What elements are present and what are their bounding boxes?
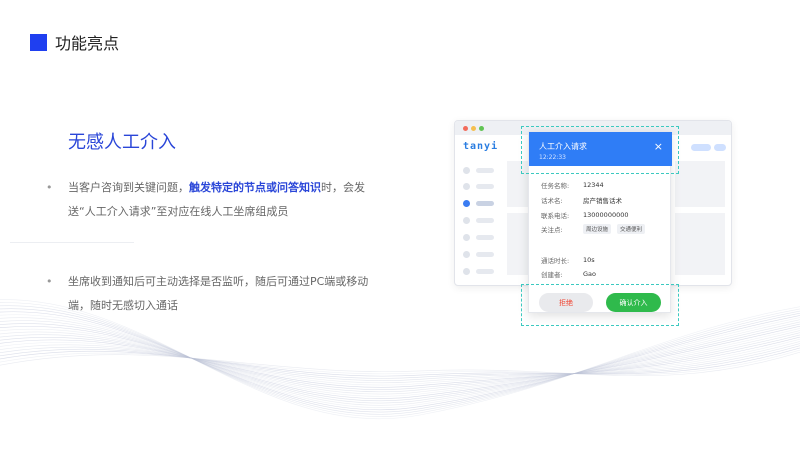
sidebar-label-placeholder — [476, 168, 494, 173]
header-square-icon — [30, 33, 47, 51]
field-label: 联系电话: — [541, 212, 570, 220]
bullet-text-part: 当客户咨询到关键问题， — [68, 181, 189, 194]
sidebar-item[interactable] — [463, 183, 494, 190]
sidebar-item[interactable] — [463, 251, 494, 258]
sidebar-label-placeholder — [476, 269, 494, 274]
bullet-highlight: 触发特定的节点或问答知识 — [189, 181, 321, 194]
phone-row: 联系电话: 13000000000 — [541, 210, 629, 220]
script-row: 话术名: 房产销售话术 — [541, 195, 622, 205]
bullet-text: 当客户咨询到关键问题，触发特定的节点或问答知识时，会发送“人工介入请求”至对应在… — [68, 176, 386, 224]
wave-line — [0, 328, 800, 397]
wave-line — [0, 341, 800, 384]
field-label: 创建者: — [541, 271, 563, 279]
content-panel-placeholder — [675, 161, 725, 207]
dialog-header-highlight-frame — [521, 126, 679, 174]
page-title: 功能亮点 — [55, 34, 120, 53]
field-value: 10s — [583, 256, 595, 264]
field-label: 通话时长: — [541, 257, 570, 265]
field-label: 关注点: — [541, 226, 563, 234]
sidebar-icon — [463, 234, 470, 241]
sidebar-label-placeholder — [476, 252, 494, 257]
sidebar-icon — [463, 183, 470, 190]
sidebar-item[interactable] — [463, 217, 494, 224]
top-pill-button[interactable] — [714, 144, 726, 151]
sidebar-label-placeholder — [476, 218, 494, 223]
window-maximize-dot-icon — [479, 126, 484, 131]
bullet-item-monitor: • 坐席收到通知后可主动选择是否监听，随后可通过PC端或移动端，随时无感切入通话 — [46, 270, 386, 318]
sidebar-icon — [463, 268, 470, 275]
wave-line — [0, 325, 800, 399]
creator-row: 创建者: Gao — [541, 269, 596, 279]
bullet-item-trigger: • 当客户咨询到关键问题，触发特定的节点或问答知识时，会发送“人工介入请求”至对… — [46, 176, 386, 224]
sidebar-icon — [463, 217, 470, 224]
sidebar-item[interactable] — [463, 268, 494, 275]
app-logo: tanyi — [463, 141, 499, 152]
duration-row: 通话时长: 10s — [541, 255, 595, 265]
bullet-text: 坐席收到通知后可主动选择是否监听，随后可通过PC端或移动端，随时无感切入通话 — [68, 275, 369, 312]
sidebar-label-placeholder — [476, 201, 494, 206]
field-value: 13000000000 — [583, 211, 629, 219]
sidebar-icon — [463, 200, 470, 207]
sidebar-label-placeholder — [476, 184, 494, 189]
field-value: 12344 — [583, 181, 604, 189]
dialog-divider — [10, 242, 134, 243]
sidebar-item-active[interactable] — [463, 200, 494, 207]
sidebar-item[interactable] — [463, 234, 494, 241]
window-close-dot-icon — [463, 126, 468, 131]
wave-line — [0, 330, 800, 395]
bullet-dot-icon: • — [46, 181, 53, 194]
sidebar-icon — [463, 167, 470, 174]
field-value: Gao — [583, 270, 596, 278]
focus-tag: 周边设施 — [583, 224, 612, 234]
sidebar-label-placeholder — [476, 235, 494, 240]
field-label: 话术名: — [541, 197, 563, 205]
content-panel-placeholder — [675, 213, 725, 275]
focus-row: 关注点: 周边设施 交通便利 — [541, 224, 651, 234]
field-label: 任务名称: — [541, 182, 570, 190]
bullet-dot-icon: • — [46, 275, 53, 288]
task-name-row: 任务名称: 12344 — [541, 180, 604, 190]
action-buttons-highlight-frame — [521, 284, 679, 326]
field-value: 房产销售话术 — [583, 197, 622, 205]
focus-tag: 交通便利 — [617, 224, 646, 234]
feature-title: 无感人工介入 — [68, 132, 176, 153]
sidebar-icon — [463, 251, 470, 258]
wave-line — [0, 302, 800, 417]
slide-header: 功能亮点 — [30, 30, 119, 54]
top-pill-button[interactable] — [691, 144, 711, 151]
window-minimize-dot-icon — [471, 126, 476, 131]
sidebar-item[interactable] — [463, 167, 494, 174]
